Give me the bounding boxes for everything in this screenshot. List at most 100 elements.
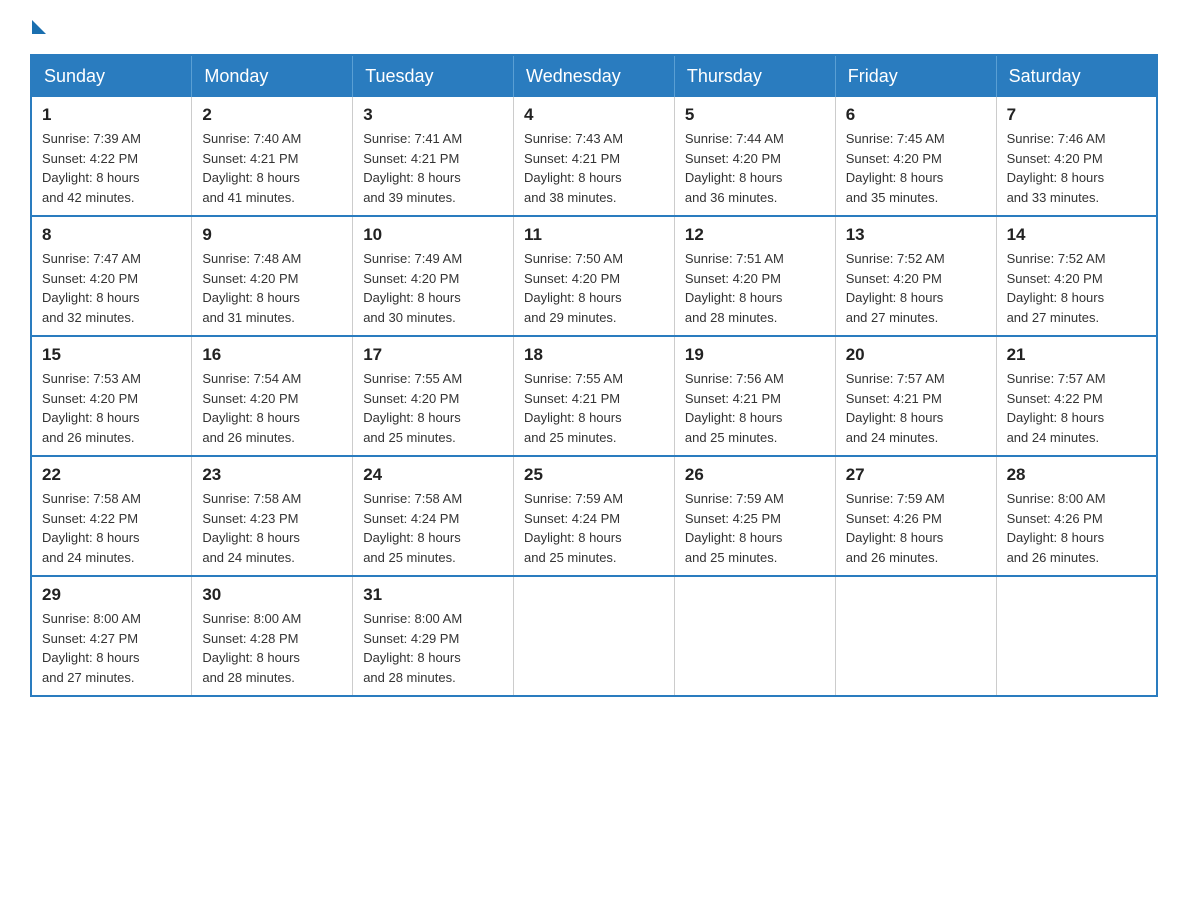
calendar-cell: 11 Sunrise: 7:50 AMSunset: 4:20 PMDayligh… [514,216,675,336]
calendar-cell: 29Sunrise: 8:00 AMSunset: 4:27 PMDayligh… [31,576,192,696]
calendar-week-row: 22 Sunrise: 7:58 AMSunset: 4:22 PMDayligh… [31,456,1157,576]
day-info: Sunrise: 7:55 AMSunset: 4:20 PMDaylight:… [363,369,503,447]
day-info: Sunrise: 7:57 AMSunset: 4:21 PMDaylight:… [846,369,986,447]
day-info: Sunrise: 7:56 AMSunset: 4:21 PMDaylight:… [685,369,825,447]
day-number: 2 [202,105,342,125]
day-info: Sunrise: 7:57 AMSunset: 4:22 PMDaylight:… [1007,369,1146,447]
day-number: 12 [685,225,825,245]
day-number: 28 [1007,465,1146,485]
day-number: 15 [42,345,181,365]
day-number: 16 [202,345,342,365]
calendar-cell: 10Sunrise: 7:49 AMSunset: 4:20 PMDayligh… [353,216,514,336]
calendar-cell: 14 Sunrise: 7:52 AMSunset: 4:20 PMDayligh… [996,216,1157,336]
day-info: Sunrise: 7:45 AMSunset: 4:20 PMDaylight:… [846,129,986,207]
day-number: 27 [846,465,986,485]
day-info: Sunrise: 7:54 AMSunset: 4:20 PMDaylight:… [202,369,342,447]
day-number: 13 [846,225,986,245]
day-number: 9 [202,225,342,245]
calendar-cell [674,576,835,696]
day-info: Sunrise: 7:58 AMSunset: 4:24 PMDaylight:… [363,489,503,567]
calendar-cell: 12 Sunrise: 7:51 AMSunset: 4:20 PMDayligh… [674,216,835,336]
weekday-header-tuesday: Tuesday [353,55,514,97]
weekday-header-sunday: Sunday [31,55,192,97]
calendar-cell: 22 Sunrise: 7:58 AMSunset: 4:22 PMDayligh… [31,456,192,576]
day-info: Sunrise: 7:55 AMSunset: 4:21 PMDaylight:… [524,369,664,447]
calendar-week-row: 1 Sunrise: 7:39 AMSunset: 4:22 PMDaylight… [31,97,1157,216]
day-info: Sunrise: 7:58 AMSunset: 4:23 PMDaylight:… [202,489,342,567]
weekday-header-friday: Friday [835,55,996,97]
day-info: Sunrise: 8:00 AMSunset: 4:26 PMDaylight:… [1007,489,1146,567]
day-number: 1 [42,105,181,125]
day-number: 26 [685,465,825,485]
day-number: 30 [202,585,342,605]
day-number: 31 [363,585,503,605]
calendar-cell: 5Sunrise: 7:44 AMSunset: 4:20 PMDaylight… [674,97,835,216]
calendar-cell [514,576,675,696]
day-info: Sunrise: 7:52 AMSunset: 4:20 PMDaylight:… [1007,249,1146,327]
day-number: 11 [524,225,664,245]
calendar-cell: 28 Sunrise: 8:00 AMSunset: 4:26 PMDayligh… [996,456,1157,576]
day-number: 18 [524,345,664,365]
calendar-cell: 30Sunrise: 8:00 AMSunset: 4:28 PMDayligh… [192,576,353,696]
day-info: Sunrise: 7:43 AMSunset: 4:21 PMDaylight:… [524,129,664,207]
day-info: Sunrise: 7:59 AMSunset: 4:25 PMDaylight:… [685,489,825,567]
page-header [30,20,1158,34]
calendar-cell: 15 Sunrise: 7:53 AMSunset: 4:20 PMDayligh… [31,336,192,456]
weekday-header-thursday: Thursday [674,55,835,97]
day-number: 29 [42,585,181,605]
day-number: 22 [42,465,181,485]
day-number: 3 [363,105,503,125]
weekday-header-wednesday: Wednesday [514,55,675,97]
day-info: Sunrise: 7:49 AMSunset: 4:20 PMDaylight:… [363,249,503,327]
logo-arrow-icon [32,20,46,34]
calendar-cell: 19Sunrise: 7:56 AMSunset: 4:21 PMDayligh… [674,336,835,456]
calendar-cell: 18 Sunrise: 7:55 AMSunset: 4:21 PMDayligh… [514,336,675,456]
day-info: Sunrise: 7:59 AMSunset: 4:24 PMDaylight:… [524,489,664,567]
calendar-cell: 4 Sunrise: 7:43 AMSunset: 4:21 PMDaylight… [514,97,675,216]
calendar-cell: 27Sunrise: 7:59 AMSunset: 4:26 PMDayligh… [835,456,996,576]
calendar-week-row: 15 Sunrise: 7:53 AMSunset: 4:20 PMDayligh… [31,336,1157,456]
day-info: Sunrise: 7:52 AMSunset: 4:20 PMDaylight:… [846,249,986,327]
day-info: Sunrise: 7:48 AMSunset: 4:20 PMDaylight:… [202,249,342,327]
calendar-cell: 13 Sunrise: 7:52 AMSunset: 4:20 PMDayligh… [835,216,996,336]
day-number: 7 [1007,105,1146,125]
day-number: 14 [1007,225,1146,245]
day-number: 17 [363,345,503,365]
calendar-table: SundayMondayTuesdayWednesdayThursdayFrid… [30,54,1158,697]
day-info: Sunrise: 7:47 AMSunset: 4:20 PMDaylight:… [42,249,181,327]
day-info: Sunrise: 7:58 AMSunset: 4:22 PMDaylight:… [42,489,181,567]
day-info: Sunrise: 7:50 AMSunset: 4:20 PMDaylight:… [524,249,664,327]
day-info: Sunrise: 8:00 AMSunset: 4:29 PMDaylight:… [363,609,503,687]
calendar-cell: 31 Sunrise: 8:00 AMSunset: 4:29 PMDayligh… [353,576,514,696]
day-info: Sunrise: 7:53 AMSunset: 4:20 PMDaylight:… [42,369,181,447]
day-number: 24 [363,465,503,485]
calendar-cell: 8 Sunrise: 7:47 AMSunset: 4:20 PMDaylight… [31,216,192,336]
day-number: 23 [202,465,342,485]
day-number: 6 [846,105,986,125]
calendar-cell: 23 Sunrise: 7:58 AMSunset: 4:23 PMDayligh… [192,456,353,576]
logo [30,20,46,34]
day-info: Sunrise: 7:51 AMSunset: 4:20 PMDaylight:… [685,249,825,327]
calendar-cell: 2Sunrise: 7:40 AMSunset: 4:21 PMDaylight… [192,97,353,216]
calendar-cell: 6 Sunrise: 7:45 AMSunset: 4:20 PMDaylight… [835,97,996,216]
calendar-cell: 24 Sunrise: 7:58 AMSunset: 4:24 PMDayligh… [353,456,514,576]
calendar-cell: 3 Sunrise: 7:41 AMSunset: 4:21 PMDaylight… [353,97,514,216]
day-info: Sunrise: 7:44 AMSunset: 4:20 PMDaylight:… [685,129,825,207]
calendar-cell: 17 Sunrise: 7:55 AMSunset: 4:20 PMDayligh… [353,336,514,456]
calendar-cell [996,576,1157,696]
day-number: 8 [42,225,181,245]
calendar-cell: 9 Sunrise: 7:48 AMSunset: 4:20 PMDaylight… [192,216,353,336]
calendar-cell: 1 Sunrise: 7:39 AMSunset: 4:22 PMDaylight… [31,97,192,216]
day-number: 20 [846,345,986,365]
day-number: 4 [524,105,664,125]
day-number: 21 [1007,345,1146,365]
calendar-cell: 7Sunrise: 7:46 AMSunset: 4:20 PMDaylight… [996,97,1157,216]
day-number: 25 [524,465,664,485]
day-info: Sunrise: 7:39 AMSunset: 4:22 PMDaylight:… [42,129,181,207]
calendar-cell: 26 Sunrise: 7:59 AMSunset: 4:25 PMDayligh… [674,456,835,576]
calendar-week-row: 8 Sunrise: 7:47 AMSunset: 4:20 PMDaylight… [31,216,1157,336]
calendar-cell: 16 Sunrise: 7:54 AMSunset: 4:20 PMDayligh… [192,336,353,456]
day-info: Sunrise: 7:41 AMSunset: 4:21 PMDaylight:… [363,129,503,207]
calendar-week-row: 29Sunrise: 8:00 AMSunset: 4:27 PMDayligh… [31,576,1157,696]
weekday-header-monday: Monday [192,55,353,97]
